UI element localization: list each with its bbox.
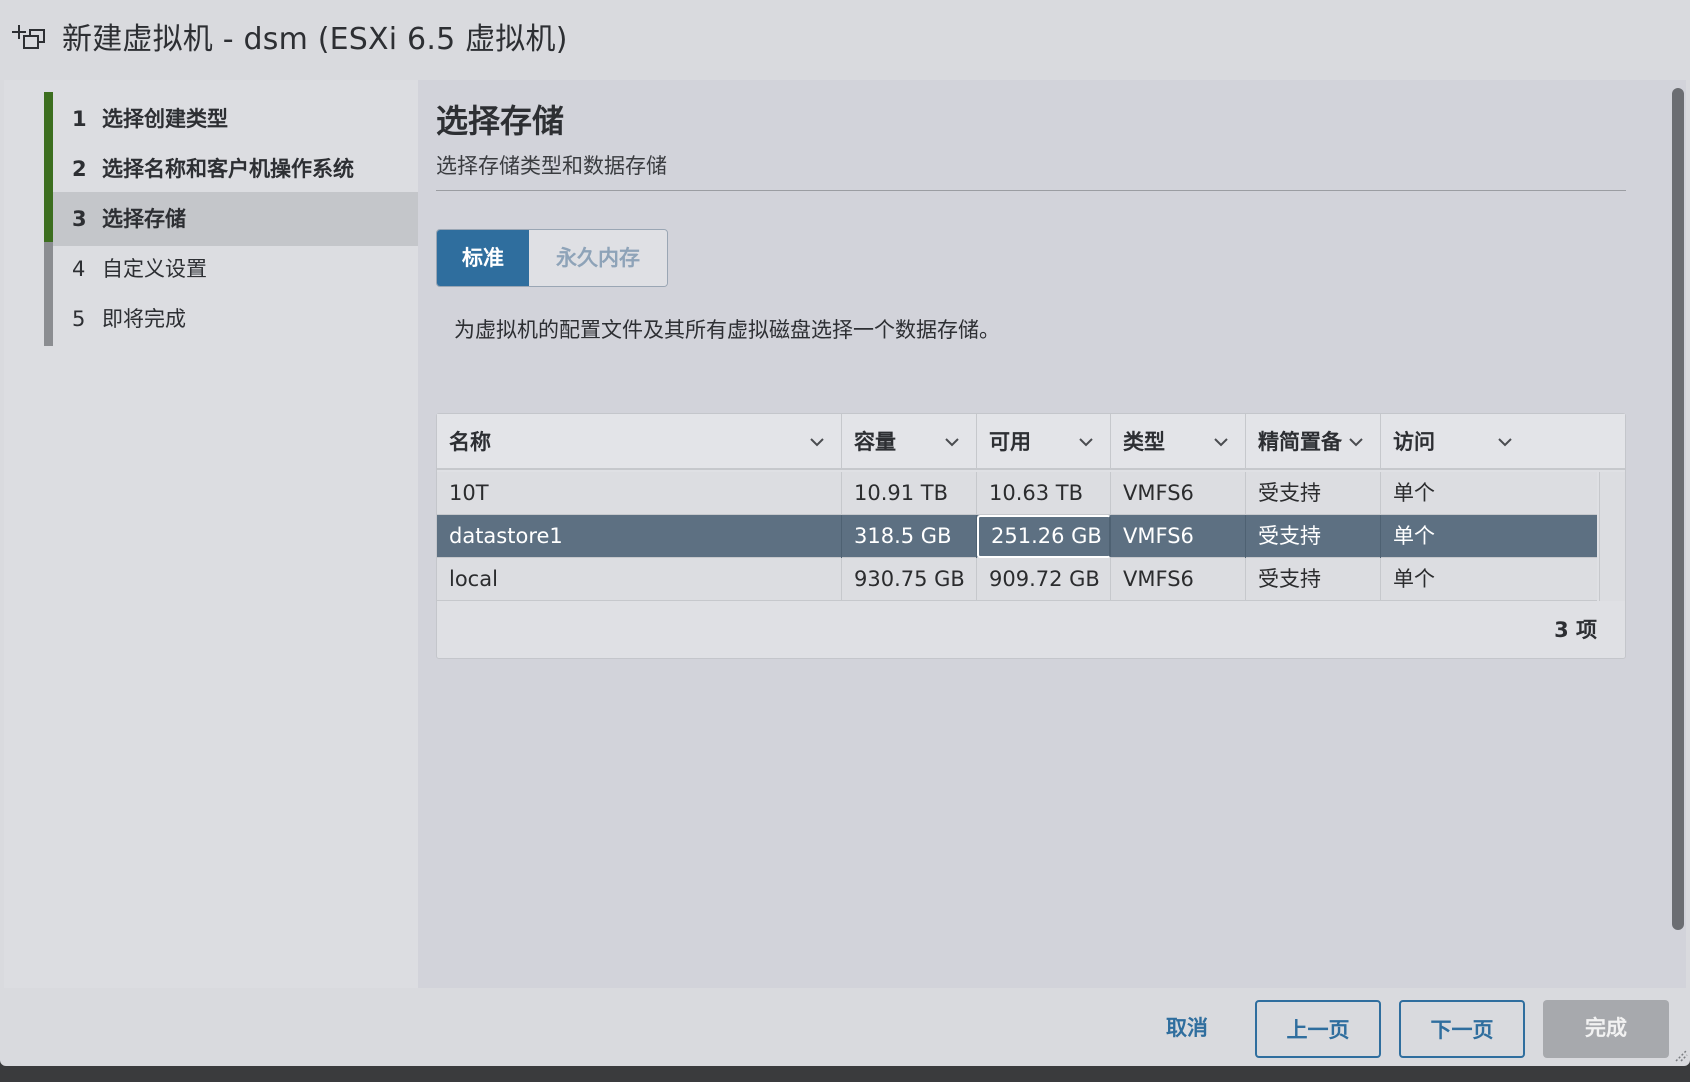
table-scrollbar[interactable] <box>1599 472 1625 601</box>
cell-access: 单个 <box>1393 481 1435 505</box>
instruction-text: 为虚拟机的配置文件及其所有虚拟磁盘选择一个数据存储。 <box>454 318 1000 342</box>
cell-capacity: 930.75 GB <box>842 558 977 601</box>
step-3[interactable]: 3 选择存储 <box>44 192 422 246</box>
step-label: 即将完成 <box>102 307 186 331</box>
column-label: 精简置备 <box>1258 430 1342 454</box>
step-number: 3 <box>72 207 87 231</box>
main-content: 选择存储 选择存储类型和数据存储 标准 永久内存 为虚拟机的配置文件及其所有虚拟… <box>418 80 1668 988</box>
storage-type-toggle: 标准 永久内存 <box>436 229 668 287</box>
step-number: 4 <box>72 257 86 281</box>
cell-free: 10.63 TB <box>977 472 1111 515</box>
column-header-name[interactable]: 名称 <box>437 414 842 470</box>
chevron-down-icon[interactable] <box>1213 434 1229 450</box>
table-row-selected[interactable]: datastore1 318.5 GB 251.26 GB VMFS6 受支持 … <box>437 515 1597 558</box>
tab-standard[interactable]: 标准 <box>437 230 529 286</box>
cell-thin: 受支持 <box>1246 472 1381 515</box>
cell-thin: 受支持 <box>1246 515 1381 558</box>
cell-free: 909.72 GB <box>977 558 1111 601</box>
new-vm-icon <box>10 18 50 54</box>
dialog-title: 新建虚拟机 - dsm (ESXi 6.5 虚拟机) <box>62 22 568 57</box>
column-label: 名称 <box>449 430 491 454</box>
page-subtitle: 选择存储类型和数据存储 <box>436 154 667 178</box>
cell-capacity: 10.91 TB <box>842 472 977 515</box>
step-label: 自定义设置 <box>102 257 207 281</box>
step-label: 选择存储 <box>102 207 186 231</box>
column-header-free[interactable]: 可用 <box>977 414 1111 470</box>
step-indicator <box>44 142 53 196</box>
page-title: 选择存储 <box>436 102 565 140</box>
step-label: 选择名称和客户机操作系统 <box>102 157 354 181</box>
cell-access: 单个 <box>1393 567 1435 591</box>
table-row[interactable]: 10T 10.91 TB 10.63 TB VMFS6 受支持 单个 <box>437 472 1597 515</box>
step-label: 选择创建类型 <box>102 107 228 131</box>
step-4: 4 自定义设置 <box>44 242 422 296</box>
divider <box>436 190 1626 191</box>
cell-name: 10T <box>437 472 842 515</box>
cell-type: VMFS6 <box>1111 515 1246 558</box>
chevron-down-icon[interactable] <box>1497 434 1513 450</box>
column-header-capacity[interactable]: 容量 <box>842 414 977 470</box>
step-5: 5 即将完成 <box>44 292 422 346</box>
cancel-button[interactable]: 取消 <box>1130 1000 1244 1058</box>
dialog-scrollbar[interactable] <box>1672 88 1684 930</box>
finish-button: 完成 <box>1543 1000 1669 1058</box>
cell-name: datastore1 <box>437 515 842 558</box>
cell-type: VMFS6 <box>1111 472 1246 515</box>
chevron-down-icon[interactable] <box>1348 434 1364 450</box>
column-label: 访问 <box>1393 430 1435 454</box>
next-button[interactable]: 下一页 <box>1399 1000 1525 1058</box>
cell-free: 251.26 GB <box>977 515 1111 558</box>
step-number: 2 <box>72 157 87 181</box>
column-label: 容量 <box>854 430 896 454</box>
step-2[interactable]: 2 选择名称和客户机操作系统 <box>44 142 422 196</box>
cell-name: local <box>437 558 842 601</box>
step-number: 1 <box>72 107 87 131</box>
chevron-down-icon[interactable] <box>1078 434 1094 450</box>
tab-persistent-memory[interactable]: 永久内存 <box>529 230 667 286</box>
step-indicator <box>44 92 53 146</box>
step-number: 5 <box>72 307 86 331</box>
chevron-down-icon[interactable] <box>809 434 825 450</box>
cell-thin: 受支持 <box>1246 558 1381 601</box>
cell-type: VMFS6 <box>1111 558 1246 601</box>
dialog-title-bar: 新建虚拟机 - dsm (ESXi 6.5 虚拟机) <box>0 0 1690 78</box>
step-1[interactable]: 1 选择创建类型 <box>44 92 422 146</box>
step-indicator <box>44 292 53 346</box>
table-row[interactable]: local 930.75 GB 909.72 GB VMFS6 受支持 单个 <box>437 558 1597 601</box>
step-indicator <box>44 192 53 246</box>
datastore-table: 名称 容量 可用 类型 精简置备 访问 10T 10.91 TB 10.63 T… <box>436 413 1626 659</box>
cell-access: 单个 <box>1393 524 1435 548</box>
resize-grip-icon[interactable] <box>1672 1046 1688 1062</box>
back-button[interactable]: 上一页 <box>1255 1000 1381 1058</box>
column-header-type[interactable]: 类型 <box>1111 414 1246 470</box>
column-header-access[interactable]: 访问 <box>1381 414 1625 470</box>
item-count: 3 项 <box>1554 618 1597 642</box>
table-header: 名称 容量 可用 类型 精简置备 访问 <box>437 414 1625 470</box>
column-label: 类型 <box>1123 430 1165 454</box>
chevron-down-icon[interactable] <box>944 434 960 450</box>
wizard-steps: 1 选择创建类型 2 选择名称和客户机操作系统 3 选择存储 4 自定义设置 5 即将完成 <box>4 80 422 988</box>
new-vm-dialog: 新建虚拟机 - dsm (ESXi 6.5 虚拟机) 1 选择创建类型 2 选择名称… <box>0 0 1690 1066</box>
step-indicator <box>44 242 53 296</box>
cell-capacity: 318.5 GB <box>842 515 977 558</box>
column-header-thin-provisioning[interactable]: 精简置备 <box>1246 414 1381 470</box>
column-label: 可用 <box>989 430 1031 454</box>
